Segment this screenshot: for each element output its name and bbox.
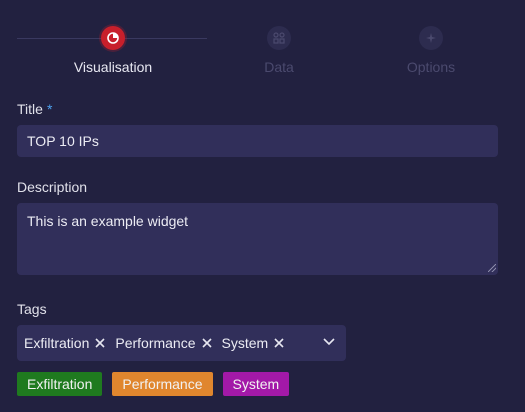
tag-chip-label: System: [221, 335, 269, 351]
remove-tag-icon[interactable]: [94, 337, 106, 349]
tag-badges: Exfiltration Performance System: [17, 372, 299, 396]
badge-performance[interactable]: Performance: [112, 372, 213, 396]
step-visualisation-circle: [101, 26, 125, 50]
title-field-label: Title *: [17, 101, 52, 117]
tag-chip-exfiltration: Exfiltration: [24, 335, 106, 351]
step-options-label: Options: [406, 59, 456, 75]
stepper: Visualisation Data Options: [0, 0, 525, 90]
description-textarea[interactable]: [17, 203, 498, 275]
resize-handle-icon[interactable]: [488, 264, 496, 272]
step-data-circle: [267, 26, 291, 50]
remove-tag-icon[interactable]: [273, 337, 285, 349]
widget-editor: Visualisation Data Options Title * TOP 1…: [0, 0, 525, 412]
pie-chart-icon: [107, 32, 119, 44]
title-label-text: Title: [17, 101, 43, 117]
tag-chip-label: Exfiltration: [24, 335, 90, 351]
step-data[interactable]: Data: [209, 26, 349, 75]
step-visualisation-label: Visualisation: [73, 59, 153, 75]
chevron-down-icon[interactable]: [322, 337, 336, 347]
badge-system[interactable]: System: [222, 372, 290, 396]
badge-exfiltration[interactable]: Exfiltration: [17, 372, 103, 396]
step-options[interactable]: Options: [361, 26, 501, 75]
tags-label: Tags: [17, 301, 47, 317]
tag-chip-performance: Performance: [115, 335, 212, 351]
tags-multiselect[interactable]: Exfiltration Performance System: [17, 325, 346, 361]
tag-chip-system: System: [222, 335, 286, 351]
grid-icon: [273, 32, 285, 44]
required-marker: *: [46, 101, 53, 117]
tag-chip-label: Performance: [115, 335, 196, 351]
title-input[interactable]: TOP 10 IPs: [17, 125, 498, 157]
description-label: Description: [17, 179, 88, 195]
remove-tag-icon[interactable]: [201, 337, 213, 349]
step-visualisation[interactable]: Visualisation: [43, 26, 183, 75]
sparkle-icon: [426, 33, 436, 43]
step-data-label: Data: [264, 59, 294, 75]
step-options-circle: [419, 26, 443, 50]
